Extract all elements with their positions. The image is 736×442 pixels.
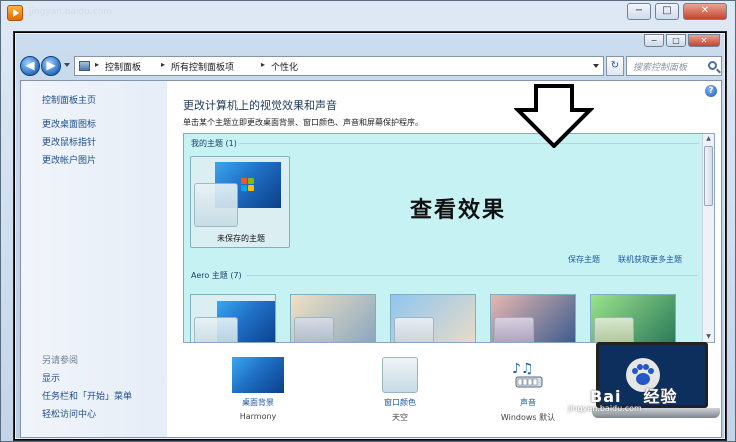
chevron-right-icon[interactable]: ▸ (95, 60, 99, 69)
help-icon[interactable]: ? (705, 85, 717, 97)
navigation-bar: ◀ ▶ ▸ 控制面板 ▸ 所有控制面板项 ▸ 个性化 ↻ 搜索控制面板 (20, 54, 722, 78)
minimize-button[interactable]: − (644, 34, 664, 47)
page-title: 更改计算机上的视觉效果和声音 (183, 99, 337, 112)
change-account-picture-link[interactable]: 更改帐户图片 (42, 153, 96, 166)
recent-pages-dropdown[interactable] (64, 63, 70, 67)
host-title-text: jingyan.baidu.com (29, 7, 113, 17)
aero-theme-architecture[interactable] (290, 294, 376, 342)
my-themes-label: 我的主题 (1) (191, 139, 237, 148)
aero-themes-label: Aero 主题 (7) (191, 271, 242, 280)
chevron-right-icon[interactable]: ▸ (161, 60, 165, 69)
taskbar-start-menu-link[interactable]: 任务栏和「开始」菜单 (42, 389, 132, 402)
control-panel-icon (79, 61, 90, 71)
task-pane: 控制面板主页 更改桌面图标 更改鼠标指针 更改帐户图片 另请参阅 显示 任务栏和… (21, 81, 167, 437)
scroll-up-icon[interactable]: ▲ (704, 134, 713, 144)
window-glass-swatch (194, 317, 238, 342)
down-arrow-annotation-icon (514, 84, 594, 148)
window-glass-swatch (294, 317, 334, 342)
sounds-value: Windows 默认 (500, 413, 556, 422)
aero-theme-windows7[interactable] (190, 294, 276, 342)
watermark-url: jingyan.baidu.com (568, 404, 642, 413)
close-button[interactable]: ✕ (688, 34, 720, 47)
sounds-button[interactable]: ♪♫ 声音 Windows 默认 (483, 357, 573, 423)
maximize-button[interactable]: □ (666, 34, 686, 47)
unsaved-theme-tile[interactable]: 未保存的主题 (190, 156, 290, 248)
change-mouse-pointers-link[interactable]: 更改鼠标指针 (42, 135, 96, 148)
search-input[interactable]: 搜索控制面板 (626, 56, 722, 76)
desktop-background-value: Harmony (239, 412, 277, 421)
scroll-down-icon[interactable]: ▼ (704, 332, 713, 342)
host-maximize-button[interactable]: □ (655, 3, 679, 20)
window-glass-swatch (194, 183, 238, 227)
app-icon (7, 5, 23, 21)
host-close-button[interactable]: ✕ (683, 3, 727, 20)
save-theme-link[interactable]: 保存主题 (568, 254, 600, 265)
aero-theme-landscapes[interactable] (490, 294, 576, 342)
theme-scrollbar[interactable]: ▲ ▼ (702, 134, 714, 342)
refresh-button[interactable]: ↻ (606, 56, 624, 76)
window-glass-swatch (594, 317, 634, 342)
group-divider (246, 275, 698, 276)
svg-text:♪♫: ♪♫ (512, 361, 534, 377)
host-title-bar: jingyan.baidu.com − □ ✕ (1, 1, 736, 25)
address-bar[interactable]: ▸ 控制面板 ▸ 所有控制面板项 ▸ 个性化 (74, 56, 604, 76)
overlay-caption: 查看效果 (410, 197, 507, 223)
display-link[interactable]: 显示 (42, 371, 60, 384)
unsaved-theme-name: 未保存的主题 (217, 234, 265, 243)
search-placeholder: 搜索控制面板 (633, 63, 688, 73)
sound-icon: ♪♫ (502, 357, 554, 393)
window-color-label: 窗口颜色 (384, 398, 416, 407)
search-icon[interactable] (708, 61, 717, 70)
change-desktop-icons-link[interactable]: 更改桌面图标 (42, 117, 96, 130)
scrollbar-thumb[interactable] (704, 146, 713, 206)
see-also-heading: 另请参阅 (42, 356, 79, 366)
watermark-brand-b: 经验 (643, 387, 678, 406)
desktop-background-icon (232, 357, 284, 393)
desktop-background-label: 桌面背景 (242, 398, 274, 407)
breadcrumb-all-items[interactable]: 所有控制面板项 (171, 60, 234, 73)
windows-logo-icon (241, 178, 255, 192)
control-panel-home-link[interactable]: 控制面板主页 (42, 93, 96, 106)
aero-theme-characters[interactable] (390, 294, 476, 342)
group-divider (239, 143, 699, 144)
get-more-themes-link[interactable]: 联机获取更多主题 (618, 254, 682, 265)
forward-button[interactable]: ▶ (41, 56, 61, 76)
window-color-icon (382, 357, 418, 393)
chevron-right-icon[interactable]: ▸ (261, 60, 265, 69)
window-glass-swatch (494, 317, 534, 342)
ease-of-access-link[interactable]: 轻松访问中心 (42, 407, 96, 420)
desktop-background-button[interactable]: 桌面背景 Harmony (213, 357, 303, 421)
page-description: 单击某个主题立即更改桌面背景、窗口颜色、声音和屏幕保护程序。 (183, 118, 423, 127)
breadcrumb-personalization[interactable]: 个性化 (271, 60, 298, 73)
window-color-button[interactable]: 窗口颜色 天空 (355, 357, 445, 423)
sounds-label: 声音 (520, 398, 536, 407)
aero-theme-nature[interactable] (590, 294, 676, 342)
theme-gallery: 我的主题 (1) 未保存的主题 查看效果 保存主题 联机获取更多主题 Aero … (183, 133, 715, 343)
window-glass-swatch (394, 317, 434, 342)
back-button[interactable]: ◀ (20, 56, 40, 76)
breadcrumb-control-panel[interactable]: 控制面板 (105, 60, 141, 73)
window-color-value: 天空 (392, 413, 408, 422)
address-dropdown-icon[interactable] (593, 64, 599, 68)
host-minimize-button[interactable]: − (627, 3, 651, 20)
